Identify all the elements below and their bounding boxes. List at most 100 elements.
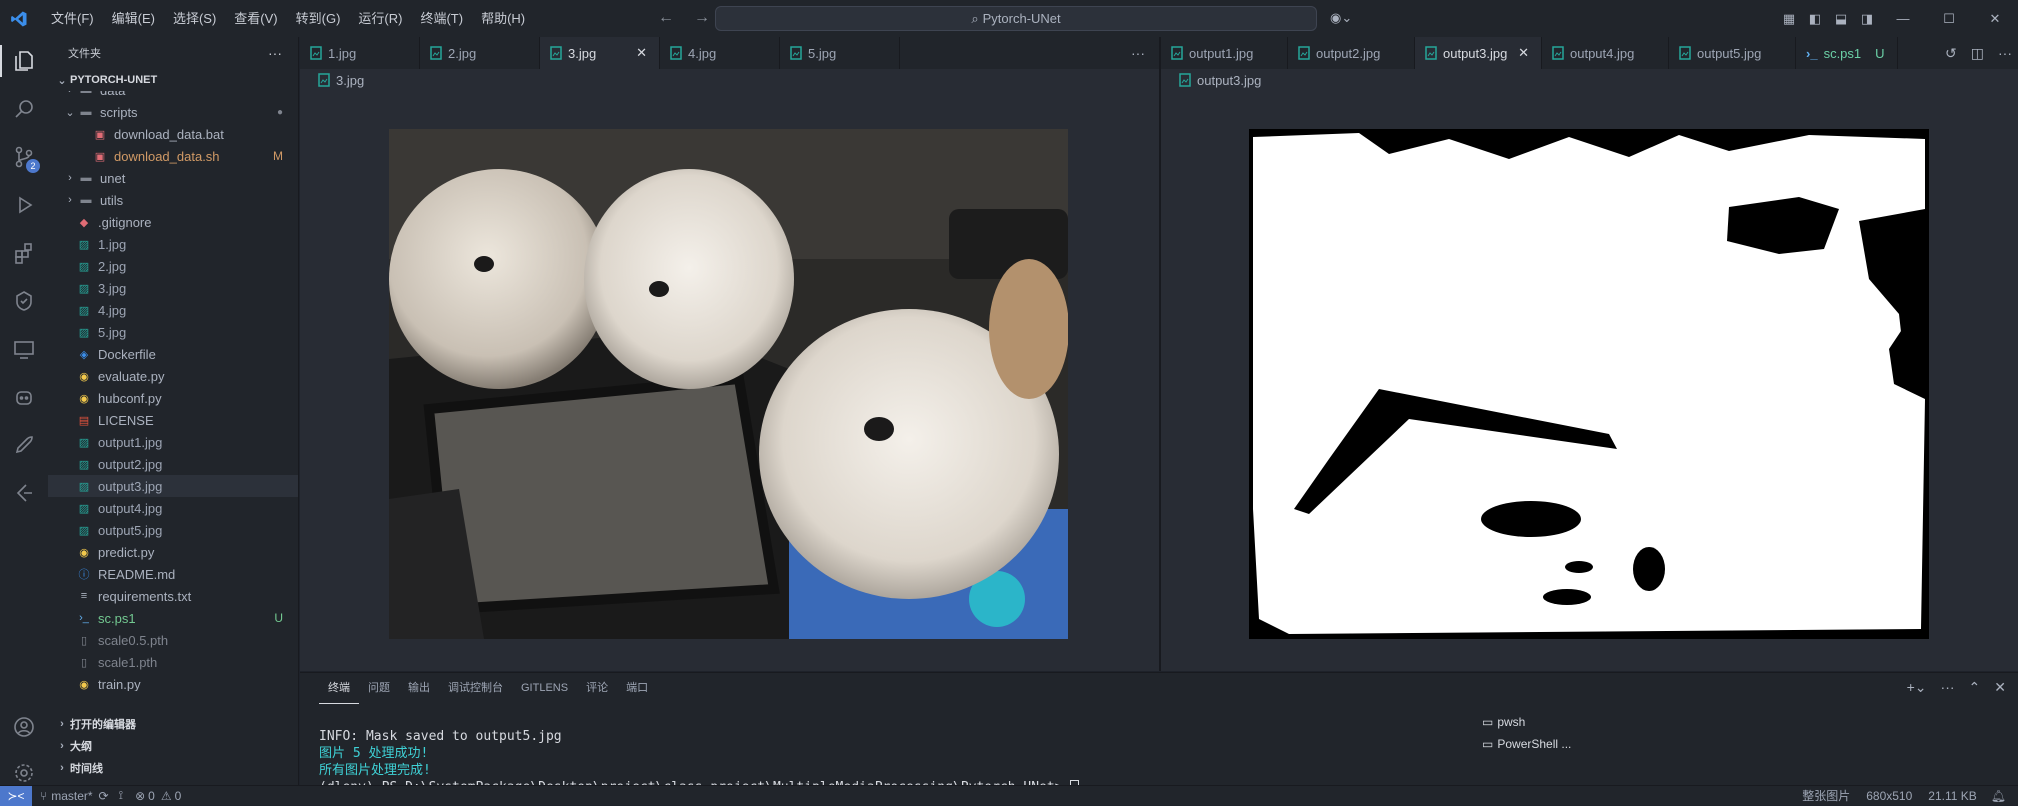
tree-item-output5-jpg[interactable]: ▨ output5.jpg (48, 519, 298, 541)
tree-item-download-data-bat[interactable]: ▣ download_data.bat (48, 123, 298, 145)
maximize-panel-icon[interactable]: ⌃ (1969, 679, 1981, 696)
tree-item-download-data-sh[interactable]: ▣ download_data.sh M (48, 145, 298, 167)
tab-output1-jpg[interactable]: output1.jpg (1161, 37, 1288, 69)
history-icon[interactable]: ↺ (1945, 45, 1957, 62)
copilot-chat-icon[interactable] (0, 373, 48, 421)
menu-file[interactable]: 文件(F) (42, 0, 103, 37)
open-editors-section[interactable]: › 打开的编辑器 (48, 713, 299, 735)
tab-output3-jpg[interactable]: output3.jpg ✕ (1415, 37, 1542, 69)
account-icon[interactable] (0, 703, 48, 751)
tab-comments[interactable]: 评论 (577, 673, 617, 703)
forward-arrow-icon[interactable]: → (694, 9, 710, 27)
tree-item-requirements-txt[interactable]: ≡ requirements.txt (48, 585, 298, 607)
search-icon[interactable] (0, 85, 48, 133)
back-arrow-icon[interactable]: ← (658, 9, 674, 27)
tree-item-evaluate-py[interactable]: ◉ evaluate.py (48, 365, 298, 387)
warning-count[interactable]: 0 (175, 789, 182, 803)
menu-selection[interactable]: 选择(S) (164, 0, 225, 37)
toggle-panel-icon[interactable]: ⬓ (1828, 11, 1854, 27)
close-icon[interactable]: ✕ (1972, 11, 2018, 27)
tree-item-predict-py[interactable]: ◉ predict.py (48, 541, 298, 563)
tab-2-jpg[interactable]: 2.jpg (420, 37, 540, 69)
tree-item-dockerfile[interactable]: ◈ Dockerfile (48, 343, 298, 365)
customize-layout-icon[interactable]: ▦ (1776, 11, 1802, 27)
tree-item-2-jpg[interactable]: ▨ 2.jpg (48, 255, 298, 277)
close-tab-icon[interactable]: ✕ (1508, 45, 1529, 61)
tab-5-jpg[interactable]: 5.jpg (780, 37, 900, 69)
outline-section[interactable]: › 大纲 (48, 735, 299, 757)
more-actions-icon[interactable]: ··· (1131, 45, 1145, 61)
tab-gitlens[interactable]: GITLENS (512, 673, 577, 703)
copilot-icon[interactable]: ◉⌄ (1330, 10, 1352, 26)
close-panel-icon[interactable]: ✕ (1994, 679, 2006, 696)
toggle-sidebar-icon[interactable]: ◧ (1802, 11, 1828, 27)
branch-name[interactable]: master* (51, 789, 92, 803)
notifications-icon[interactable]: 🔔︎ (1991, 789, 2006, 803)
tab-1-jpg[interactable]: 1.jpg (300, 37, 420, 69)
error-count[interactable]: 0 (148, 789, 155, 803)
sync-icon[interactable]: ⟳ (99, 789, 109, 803)
menu-run[interactable]: 运行(R) (349, 0, 411, 37)
menu-help[interactable]: 帮助(H) (472, 0, 534, 37)
tree-item-data[interactable]: ›▬ data (48, 91, 298, 101)
tab-debug-console[interactable]: 调试控制台 (439, 673, 512, 703)
launchpad-icon[interactable]: ⟟ (119, 788, 123, 803)
terminal-item[interactable]: ▭ pwsh (1482, 711, 1592, 733)
more-actions-icon[interactable]: ··· (268, 45, 282, 61)
command-center[interactable]: ⌕ Pytorch-UNet (715, 6, 1317, 31)
explorer-icon[interactable] (0, 37, 48, 85)
tree-item--gitignore[interactable]: ◆ .gitignore (48, 211, 298, 233)
tree-item-3-jpg[interactable]: ▨ 3.jpg (48, 277, 298, 299)
tree-item-output2-jpg[interactable]: ▨ output2.jpg (48, 453, 298, 475)
workspace-root[interactable]: ⌄ PYTORCH-UNET (48, 69, 298, 91)
tree-item-1-jpg[interactable]: ▨ 1.jpg (48, 233, 298, 255)
gitlens-icon[interactable] (0, 469, 48, 517)
source-control-icon[interactable]: 2 (0, 133, 48, 181)
minimize-icon[interactable]: — (1880, 11, 1926, 26)
maximize-icon[interactable]: ☐ (1926, 11, 1972, 27)
deploy-icon[interactable] (0, 421, 48, 469)
new-terminal-icon[interactable]: +⌄ (1907, 679, 1927, 696)
tab-problems[interactable]: 问题 (359, 673, 399, 703)
tree-item-hubconf-py[interactable]: ◉ hubconf.py (48, 387, 298, 409)
tab-ports[interactable]: 端口 (617, 673, 657, 703)
tree-item-output3-jpg[interactable]: ▨ output3.jpg (48, 475, 298, 497)
tab-3-jpg[interactable]: 3.jpg ✕ (540, 37, 660, 69)
remote-explorer-icon[interactable] (0, 325, 48, 373)
extensions-icon[interactable] (0, 229, 48, 277)
tab-sc-ps1[interactable]: ›_ sc.ps1 U (1796, 37, 1898, 69)
split-editor-icon[interactable]: ◫ (1971, 45, 1984, 62)
close-tab-icon[interactable]: ✕ (626, 45, 647, 61)
tree-item-output4-jpg[interactable]: ▨ output4.jpg (48, 497, 298, 519)
tree-item-train-py[interactable]: ◉ train.py (48, 673, 298, 692)
tab-terminal[interactable]: 终端 (319, 673, 359, 704)
tree-item-output1-jpg[interactable]: ▨ output1.jpg (48, 431, 298, 453)
tab-output[interactable]: 输出 (399, 673, 439, 703)
tab-4-jpg[interactable]: 4.jpg (660, 37, 780, 69)
testing-icon[interactable] (0, 277, 48, 325)
tab-output5-jpg[interactable]: output5.jpg (1669, 37, 1796, 69)
remote-indicator-icon[interactable]: ≻< (0, 785, 32, 806)
toggle-secondary-sidebar-icon[interactable]: ◨ (1854, 11, 1880, 27)
menu-go[interactable]: 转到(G) (287, 0, 350, 37)
tree-item-scripts[interactable]: ⌄ ▬ scripts ● (48, 101, 298, 123)
terminal-output[interactable]: INFO: Mask saved to output5.jpg 图片 5 处理成功… (319, 711, 1080, 796)
tree-item-readme-md[interactable]: ⓘ README.md (48, 563, 298, 585)
more-actions-icon[interactable]: ··· (1998, 45, 2012, 62)
menu-edit[interactable]: 编辑(E) (103, 0, 164, 37)
menu-view[interactable]: 查看(V) (225, 0, 286, 37)
tree-item-license[interactable]: ▤ LICENSE (48, 409, 298, 431)
more-actions-icon[interactable]: ··· (1941, 679, 1955, 696)
tab-output2-jpg[interactable]: output2.jpg (1288, 37, 1415, 69)
tree-item-sc-ps1[interactable]: ›_ sc.ps1 U (48, 607, 298, 629)
editor-divider[interactable] (1159, 37, 1160, 671)
tree-item-utils[interactable]: › ▬ utils (48, 189, 298, 211)
run-debug-icon[interactable] (0, 181, 48, 229)
tree-item-unet[interactable]: › ▬ unet (48, 167, 298, 189)
tree-item-4-jpg[interactable]: ▨ 4.jpg (48, 299, 298, 321)
tab-output4-jpg[interactable]: output4.jpg (1542, 37, 1669, 69)
timeline-section[interactable]: › 时间线 (48, 757, 299, 779)
menu-terminal[interactable]: 终端(T) (411, 0, 472, 37)
image-zoom-mode[interactable]: 整张图片 (1802, 787, 1850, 804)
tree-item-scale0-5-pth[interactable]: ▯ scale0.5.pth (48, 629, 298, 651)
